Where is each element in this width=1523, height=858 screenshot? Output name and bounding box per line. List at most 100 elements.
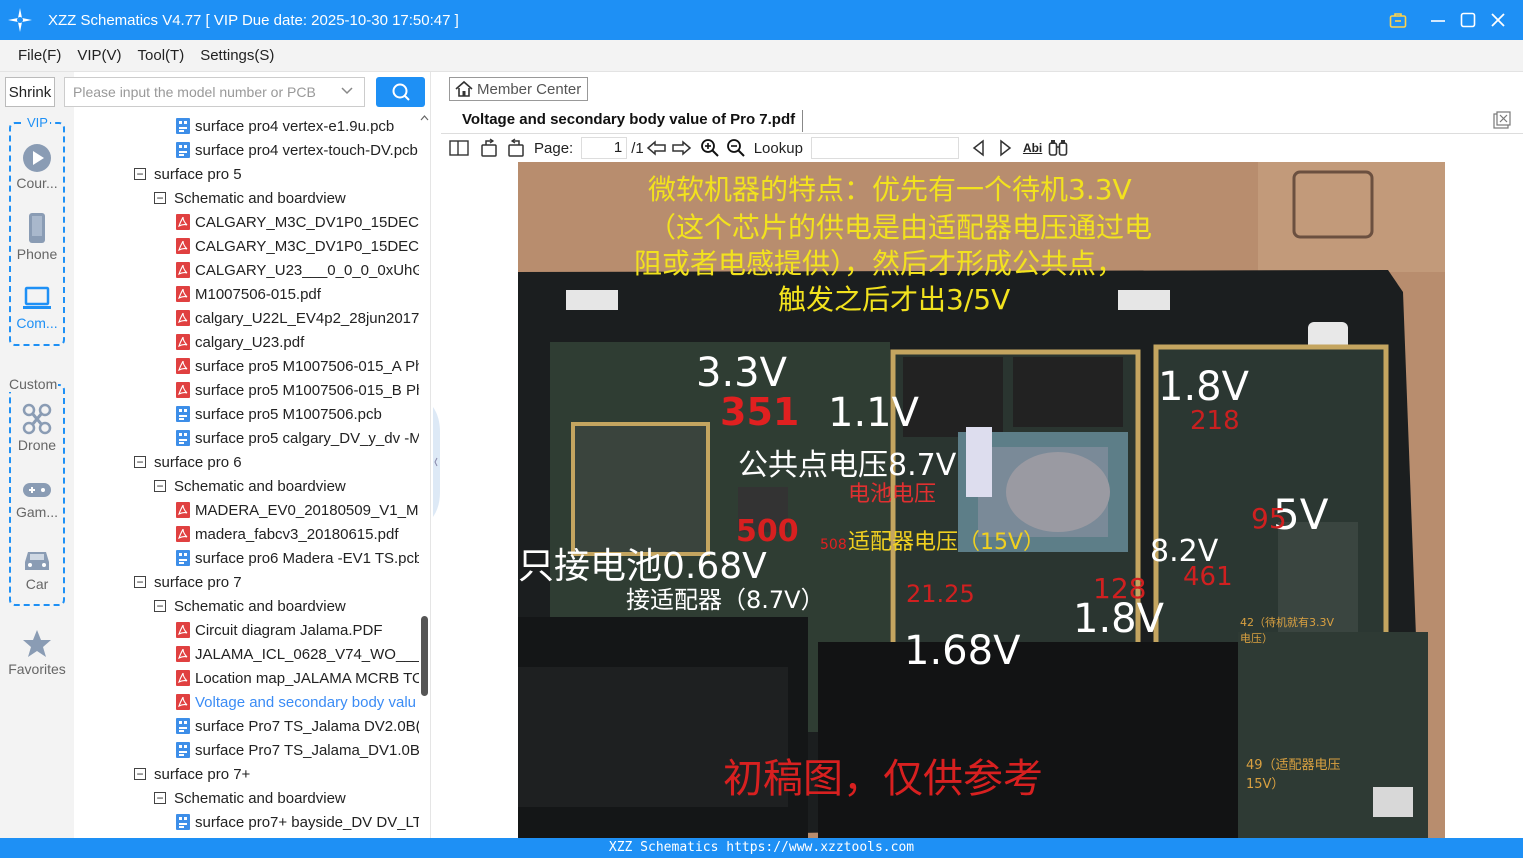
tree-folder[interactable]: − Schematic and boardview <box>154 594 346 618</box>
tree-item-label: calgary_U22L_EV4p2_28jun2017_C <box>195 309 419 327</box>
tree-folder[interactable]: − Schematic and boardview <box>154 186 346 210</box>
tree-folder[interactable]: − Schematic and boardview <box>154 786 346 810</box>
voltage-label: 电池电压 <box>848 482 937 507</box>
home-icon <box>455 80 473 97</box>
tree-file[interactable]: CALGARY_U23___0_0_0_0xUhG.pdf <box>176 258 419 282</box>
chevron-down-icon[interactable] <box>340 84 354 101</box>
maximize-icon[interactable] <box>1453 0 1483 40</box>
page-input[interactable]: 1 <box>581 137 628 159</box>
tree-file[interactable]: MADERA_EV0_20180509_V1_MDF <box>176 498 419 522</box>
rotate-left-icon[interactable] <box>479 138 499 158</box>
tree-file[interactable]: surface pro5 M1007506-015_B Ph <box>176 378 419 402</box>
collapse-toggle-icon[interactable]: − <box>134 576 146 588</box>
tree-file[interactable]: surface pro6 Madera -EV1 TS.pcb <box>176 546 419 570</box>
binoculars-icon[interactable] <box>1048 139 1068 157</box>
collapse-toggle-icon[interactable]: − <box>154 480 166 492</box>
note-line-4: 触发之后才出3/5V <box>778 283 1011 316</box>
document-title: Voltage and secondary body value of Pro … <box>462 111 796 128</box>
find-previous-icon[interactable] <box>971 139 987 157</box>
minimize-icon[interactable] <box>1423 0 1453 40</box>
rail-favorites[interactable]: Favorites <box>0 629 74 677</box>
viewer-toolbar: Page: 1 /1 Lookup Abi <box>441 134 1523 162</box>
tree-item-label: JALAMA_ICL_0628_V74_WO___0_0 <box>195 645 419 663</box>
tree-file[interactable]: calgary_U22L_EV4p2_28jun2017_C <box>176 306 419 330</box>
tree-scrollbar[interactable] <box>419 110 430 838</box>
previous-page-icon[interactable] <box>646 139 668 157</box>
voltage-label: 适配器电压（15V） <box>848 530 1046 555</box>
rail-course[interactable]: Cour... <box>0 143 74 191</box>
voltage-label: 接适配器（8.7V） <box>626 586 825 614</box>
tree-file[interactable]: surface pro5 M1007506-015_A Ph <box>176 354 419 378</box>
collapse-toggle-icon[interactable]: − <box>154 600 166 612</box>
shrink-button[interactable]: Shrink <box>5 77 55 107</box>
collapse-toggle-icon[interactable]: − <box>154 792 166 804</box>
document-tab[interactable]: Voltage and secondary body value of Pro … <box>441 106 1523 134</box>
phone-icon <box>29 213 45 243</box>
tree-file[interactable]: calgary_U23.pdf <box>176 330 304 354</box>
menu-tool[interactable]: Tool(T) <box>138 47 185 64</box>
rail-car[interactable]: Car <box>0 546 74 592</box>
voltage-label: 1.68V <box>904 628 1021 674</box>
title-bar: XZZ Schematics V4.77 [ VIP Due date: 202… <box>0 0 1523 40</box>
app-logo-icon <box>0 0 40 40</box>
collapse-toggle-icon[interactable]: − <box>134 456 146 468</box>
menu-vip[interactable]: VIP(V) <box>77 47 121 64</box>
pdf-file-icon <box>176 262 190 278</box>
tree-file[interactable]: surface pro4 vertex-e1.9u.pcb <box>176 114 394 138</box>
pdf-file-icon <box>176 526 190 542</box>
briefcase-icon[interactable] <box>1383 0 1413 40</box>
tree-file[interactable]: JALAMA_ICL_0628_V74_WO___0_0 <box>176 642 419 666</box>
pdf-file-icon <box>176 310 190 326</box>
tree-file[interactable]: surface pro7+ bayside_DV DV_LTE <box>176 810 419 834</box>
tree-file[interactable]: surface pro5 calgary_DV_y_dv -M <box>176 426 419 450</box>
lookup-input[interactable] <box>810 137 959 159</box>
panel-splitter[interactable] <box>430 72 441 838</box>
pdf-file-icon <box>176 358 190 374</box>
close-tab-icon[interactable] <box>1493 111 1511 129</box>
tree-folder[interactable]: − surface pro 7 <box>134 570 242 594</box>
tree-file[interactable]: madera_fabcv3_20180615.pdf <box>176 522 399 546</box>
tree-file[interactable]: surface Pro7 TS_Jalama DV2.0B(M <box>176 714 419 738</box>
tree-file[interactable]: CALGARY_M3C_DV1P0_15DEC201 <box>176 210 419 234</box>
tree-file[interactable]: Circuit diagram Jalama.PDF <box>176 618 383 642</box>
search-button[interactable] <box>376 77 425 107</box>
tree-file[interactable]: surface pro4 vertex-touch-DV.pcb <box>176 138 418 162</box>
rail-computer[interactable]: Com... <box>0 285 74 331</box>
tree-folder[interactable]: − surface pro 5 <box>134 162 242 186</box>
voltage-label: 218 <box>1190 406 1240 436</box>
sidebar-toggle-icon[interactable] <box>449 139 469 157</box>
menu-settings[interactable]: Settings(S) <box>200 47 274 64</box>
close-icon[interactable] <box>1483 0 1513 40</box>
zoom-out-icon[interactable] <box>726 138 746 158</box>
rail-drone[interactable]: Drone <box>0 403 74 453</box>
rail-phone[interactable]: Phone <box>0 212 74 262</box>
note-line-1: 微软机器的特点：优先有一个待机3.3V <box>648 173 1132 206</box>
tree-file[interactable]: surface pro5 M1007506.pcb <box>176 402 382 426</box>
menu-file[interactable]: File(F) <box>18 47 61 64</box>
tree-folder[interactable]: − surface pro 6 <box>134 450 242 474</box>
zoom-in-icon[interactable] <box>700 138 720 158</box>
tree-folder[interactable]: − surface pro 7+ <box>134 762 250 786</box>
search-input[interactable]: Please input the model number or PCB <box>64 77 365 107</box>
tree-file[interactable]: surface Pro7 TS_Jalama_DV1.0B(P <box>176 738 419 762</box>
collapse-toggle-icon[interactable]: − <box>134 768 146 780</box>
next-page-icon[interactable] <box>670 139 692 157</box>
tree-file[interactable]: M1007506-015.pdf <box>176 282 321 306</box>
tree-file[interactable]: Location map_JALAMA MCRB TO <box>176 666 419 690</box>
tree-file[interactable]: Voltage and secondary body valu <box>176 690 416 714</box>
match-case-button[interactable]: Abi <box>1023 141 1042 155</box>
member-center-button[interactable]: Member Center <box>449 77 589 101</box>
pdf-page-image[interactable]: 微软机器的特点：优先有一个待机3.3V （这个芯片的供电是由适配器电压通过电 阻… <box>518 162 1445 838</box>
tree-item-label: surface pro4 vertex-touch-DV.pcb <box>195 141 418 159</box>
rotate-right-icon[interactable] <box>506 138 526 158</box>
scrollbar-thumb[interactable] <box>421 616 428 696</box>
tree-folder[interactable]: − Schematic and boardview <box>154 474 346 498</box>
search-icon <box>392 83 410 101</box>
pcb-file-icon <box>176 118 190 134</box>
collapse-toggle-icon[interactable]: − <box>134 168 146 180</box>
collapse-toggle-icon[interactable]: − <box>154 192 166 204</box>
voltage-label: 1.1V <box>828 390 919 436</box>
rail-game[interactable]: Gam... <box>0 478 74 520</box>
tree-file[interactable]: CALGARY_M3C_DV1P0_15DEC201 <box>176 234 419 258</box>
find-next-icon[interactable] <box>997 139 1013 157</box>
